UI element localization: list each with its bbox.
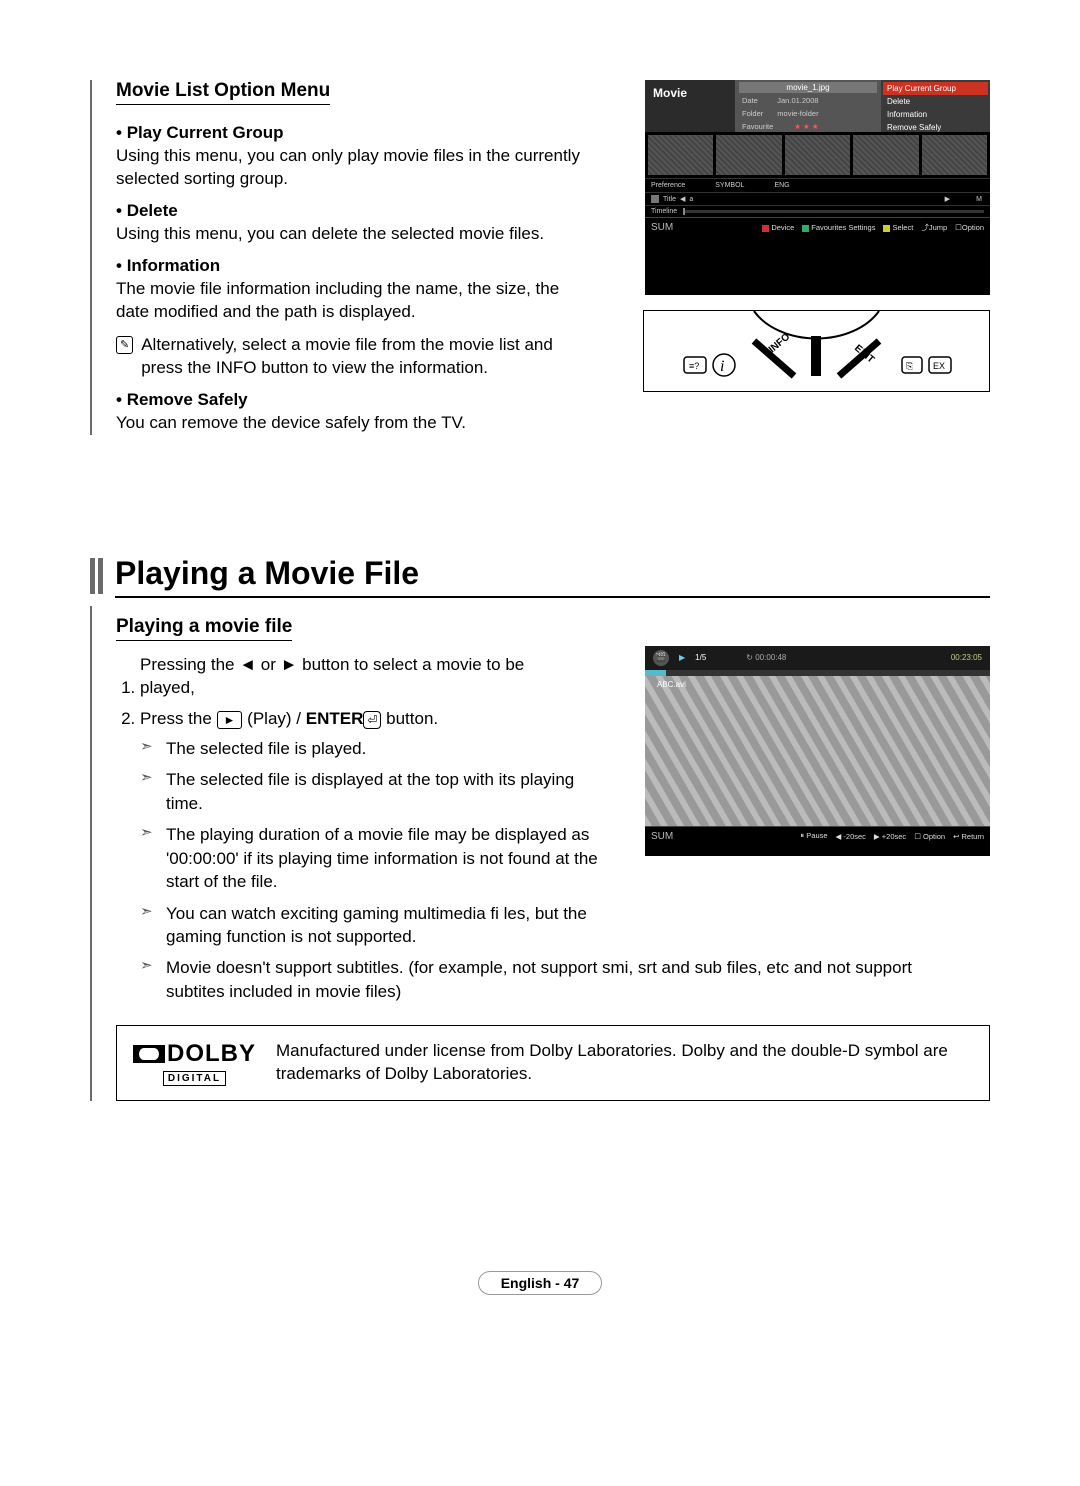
play-button-icon: ►	[217, 711, 243, 729]
opt-play-current-group-body: Using this menu, you can only play movie…	[116, 145, 586, 191]
svg-text:≡?: ≡?	[689, 361, 699, 371]
timeline-track[interactable]	[683, 210, 984, 213]
meta-fav-val: ★ ★ ★	[776, 121, 819, 132]
player-sum-label: SUM	[651, 831, 673, 842]
meta-folder-val: movie-folder	[776, 108, 819, 119]
option-menu-title: Movie List Option Menu	[116, 80, 330, 105]
ctx-opt-information[interactable]: Information	[883, 108, 988, 121]
svg-text:i: i	[720, 358, 724, 375]
legend-fav: Favourites Settings	[811, 223, 875, 232]
opt-delete-body: Using this menu, you can delete the sele…	[116, 223, 586, 246]
pref-label: Preference	[651, 182, 685, 189]
legend-back20: -20sec	[843, 832, 866, 841]
meta-fav-label: Favourite	[741, 121, 774, 132]
movie-list-option-menu-section: Movie List Option Menu Play Current Grou…	[90, 80, 990, 435]
play-index: 1/5	[695, 653, 706, 662]
movie-thumb[interactable]	[716, 135, 781, 175]
substep-2: The selected file is displayed at the to…	[140, 768, 606, 815]
movie-thumb[interactable]	[785, 135, 850, 175]
play-state-icon: ▶	[679, 653, 685, 662]
svg-text:EX: EX	[933, 361, 945, 371]
legend-option2: Option	[923, 832, 945, 841]
tv-screenshot-movie-list: Movie movie_1.jpg DateJan.01.2008 Folder…	[645, 80, 990, 295]
title-bar-label: Title	[663, 196, 676, 203]
legend-device: Device	[771, 223, 794, 232]
svg-text:⎘: ⎘	[906, 361, 913, 371]
video-canvas: ABC.avi	[645, 676, 990, 826]
legend-option: Option	[962, 223, 984, 232]
media-mode-icon: 🎬	[653, 650, 669, 666]
tv-screenshot-player: 🎬 ▶ 1/5 ↻ 00:00:48 00:23:05 ABC.avi SUM …	[645, 646, 990, 856]
substep-5: Movie doesn't support subtitles. (for ex…	[140, 956, 926, 1003]
movie-thumb[interactable]	[922, 135, 987, 175]
substep-3: The playing duration of a movie file may…	[140, 823, 606, 893]
sum-label: SUM	[651, 222, 673, 233]
video-filename: ABC.avi	[657, 680, 686, 689]
page-number-pill: English - 47	[478, 1271, 603, 1295]
ctx-opt-delete[interactable]: Delete	[883, 95, 988, 108]
step-2-text-b: (Play) /	[242, 709, 305, 728]
legend-fwd20: +20sec	[882, 832, 906, 841]
meta-folder-label: Folder	[741, 108, 774, 119]
dolby-license-text: Manufactured under license from Dolby La…	[276, 1040, 973, 1086]
app-title: Movie	[645, 80, 735, 132]
movie-thumb[interactable]	[648, 135, 713, 175]
info-note-text: Alternatively, select a movie file from …	[141, 334, 586, 380]
title-right-arrow-icon[interactable]: ▶	[945, 195, 950, 203]
context-options-panel: Play Current Group Delete Information Re…	[881, 80, 990, 132]
heading-accent-bars	[90, 558, 103, 594]
opt-information-body: The movie file information including the…	[116, 278, 586, 324]
dolby-notice-box: DOLBY DIGITAL Manufactured under license…	[116, 1025, 990, 1101]
eng-label: ENG	[774, 182, 789, 189]
symbol-label: SYMBOL	[715, 182, 744, 189]
movie-thumb[interactable]	[853, 135, 918, 175]
substep-4: You can watch exciting gaming multimedia…	[140, 902, 606, 949]
ctx-opt-remove-safely[interactable]: Remove Safely	[883, 121, 988, 134]
meta-date-label: Date	[741, 95, 774, 106]
substep-1: The selected file is played.	[140, 737, 606, 760]
playing-movie-file-section: Playing a movie file Pressing the ◄ or ►…	[90, 606, 990, 1102]
title-m-marker: M	[976, 196, 982, 203]
legend-return: Return	[961, 832, 984, 841]
title-bar-icon	[651, 195, 659, 203]
info-note-row: ✎ Alternatively, select a movie file fro…	[116, 334, 586, 380]
dolby-digital-text: DIGITAL	[163, 1071, 226, 1086]
step-2-text-a: Press the	[140, 709, 217, 728]
dolby-logo: DOLBY DIGITAL	[133, 1040, 256, 1086]
ctx-opt-play-current-group[interactable]: Play Current Group	[883, 82, 988, 95]
note-icon: ✎	[116, 336, 133, 354]
legend-select: Select	[892, 223, 913, 232]
step-1-text: Pressing the ◄ or ► button to select a m…	[140, 653, 580, 700]
play-total: 00:23:05	[951, 653, 982, 662]
filename-label: movie_1.jpg	[739, 82, 877, 93]
playing-movie-file-heading: Playing a Movie File	[115, 555, 990, 598]
legend-bar: SUM Device Favourites Settings Select ⤴J…	[645, 217, 990, 237]
thumbnail-strip	[645, 132, 990, 178]
step-2-text-c: button.	[381, 709, 438, 728]
enter-button-icon: ⏎	[363, 711, 381, 729]
section-heading-row: Playing a Movie File	[90, 555, 990, 598]
title-left-arrow-icon[interactable]: ◀	[680, 195, 685, 203]
opt-remove-safely-body: You can remove the device safely from th…	[116, 412, 586, 435]
dolby-brand-text: DOLBY	[167, 1040, 256, 1068]
playing-movie-subtitle: Playing a movie file	[116, 616, 292, 641]
timeline-label: Timeline	[651, 208, 677, 215]
meta-date-val: Jan.01.2008	[776, 95, 819, 106]
legend-jump: Jump	[929, 223, 947, 232]
play-elapsed: 00:00:48	[755, 653, 786, 662]
legend-pause: Pause	[806, 831, 827, 840]
enter-button-label: ENTER	[306, 709, 364, 728]
player-legend-bar: SUM ⏸ Pause ◀ -20sec ▶ +20sec ☐ Option ↩…	[645, 826, 990, 846]
page-footer: English - 47	[90, 1271, 990, 1295]
remote-buttons-diagram: INFO EXIT ≡? i ⎘ EX	[643, 310, 990, 392]
title-a-marker: a	[689, 196, 693, 203]
